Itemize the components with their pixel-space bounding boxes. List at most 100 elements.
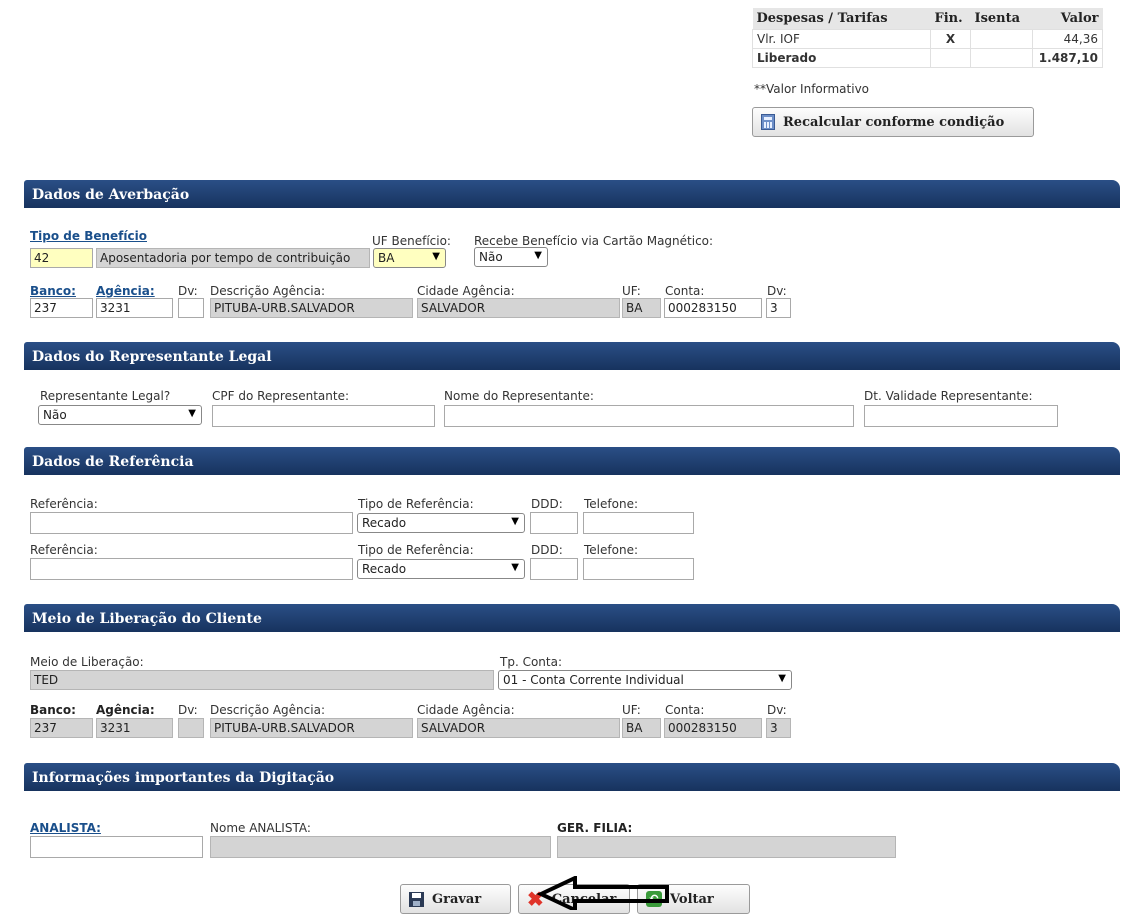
lib-desc-agencia-field: PITUBA-URB.SALVADOR [210,718,413,738]
section-digitacao-header: Informações importantes da Digitação [24,763,1120,791]
cidade-agencia-field: SALVADOR [417,298,620,318]
telefone-input[interactable] [583,512,694,534]
section-averbacao-header: Dados de Averbação [24,180,1120,208]
telefone-input[interactable] [583,558,694,580]
cartao-select[interactable]: Não ▼ [474,247,548,267]
fees-row-fin: X [930,29,971,49]
tp-conta-value: 01 - Conta Corrente Individual [503,673,684,687]
meio-liberacao-label: Meio de Liberação: [30,655,144,669]
lib-dv-field [178,718,204,738]
cartao-value: Não [479,250,503,264]
fees-row-isenta [970,48,1033,68]
conta-label: Conta: [665,284,705,298]
conta-dv-input[interactable]: 3 [766,298,791,318]
agencia-input[interactable]: 3231 [96,298,173,318]
validade-representante-label: Dt. Validade Representante: [864,389,1033,403]
lib-uf-field: BA [622,718,661,738]
banco-link[interactable]: Banco: [30,284,76,298]
section-liberacao-header: Meio de Liberação do Cliente [24,604,1120,632]
meio-liberacao-field: TED [30,670,494,690]
fees-note: **Valor Informativo [754,82,870,96]
telefone-label: Telefone: [584,497,638,511]
lib-conta-dv-label: Dv: [767,703,787,717]
referencia-label: Referência: [30,543,98,557]
fees-header-isenta: Isenta [970,8,1033,30]
banco-input[interactable]: 237 [30,298,93,318]
tipo-referencia-label: Tipo de Referência: [358,543,474,557]
fees-header-despesas: Despesas / Tarifas [752,8,931,30]
analista-link[interactable]: ANALISTA: [30,821,101,835]
fees-row-valor: 1.487,10 [1032,48,1103,68]
chevron-down-icon: ▼ [511,562,519,573]
nome-analista-label: Nome ANALISTA: [210,821,311,835]
representante-legal-label: Representante Legal? [40,389,171,403]
tp-conta-label: Tp. Conta: [500,655,563,669]
cartao-label: Recebe Benefício via Cartão Magnético: [474,234,714,248]
gravar-label: Gravar [432,891,482,907]
ddd-label: DDD: [531,543,563,557]
annotation-arrow-icon [536,876,669,910]
section-referencia-header: Dados de Referência [24,447,1120,475]
tipo-beneficio-desc-field: Aposentadoria por tempo de contribuição [96,248,370,268]
lib-dv-label: Dv: [178,703,198,717]
representante-legal-select[interactable]: Não ▼ [38,405,202,425]
dv-input[interactable] [178,298,204,318]
desc-agencia-field: PITUBA-URB.SALVADOR [210,298,413,318]
tipo-referencia-value: Recado [362,516,407,530]
fees-row: Vlr. IOF X 44,36 [752,29,1103,49]
lib-desc-agencia-label: Descrição Agência: [210,703,325,717]
referencia-input[interactable] [30,558,353,580]
ger-filia-label: GER. FILIA: [557,821,633,835]
ddd-input[interactable] [530,512,578,534]
nome-representante-label: Nome do Representante: [444,389,594,403]
fees-row-name: Vlr. IOF [752,29,931,49]
lib-conta-dv-field: 3 [766,718,791,738]
lib-conta-field: 000283150 [664,718,762,738]
tipo-referencia-label: Tipo de Referência: [358,497,474,511]
fees-row-fin [930,48,971,68]
tipo-referencia-select[interactable]: Recado ▼ [357,559,525,579]
conta-dv-label: Dv: [767,284,787,298]
uf-beneficio-value: BA [378,251,395,265]
lib-agencia-field: 3231 [96,718,173,738]
nome-representante-input[interactable] [444,405,854,427]
fees-header-row: Despesas / Tarifas Fin. Isenta Valor [752,8,1103,30]
cidade-agencia-label: Cidade Agência: [417,284,515,298]
tp-conta-select[interactable]: 01 - Conta Corrente Individual ▼ [498,670,792,690]
dv-label: Dv: [178,284,198,298]
chevron-down-icon: ▼ [432,251,440,262]
lib-cidade-agencia-label: Cidade Agência: [417,703,515,717]
tipo-beneficio-link[interactable]: Tipo de Benefício [30,229,147,243]
ddd-label: DDD: [531,497,563,511]
referencia-input[interactable] [30,512,353,534]
tipo-referencia-value: Recado [362,562,407,576]
telefone-label: Telefone: [584,543,638,557]
recalc-button[interactable]: Recalcular conforme condição [752,107,1034,137]
agencia-link[interactable]: Agência: [96,284,155,298]
fees-header-valor: Valor [1032,8,1103,30]
lib-agencia-label: Agência: [96,703,155,717]
ddd-input[interactable] [530,558,578,580]
fees-header-fin: Fin. [930,8,971,30]
tipo-beneficio-code-input[interactable]: 42 [30,248,93,268]
lib-uf-label: UF: [622,703,641,717]
fees-row: Liberado 1.487,10 [752,48,1103,68]
lib-cidade-agencia-field: SALVADOR [417,718,620,738]
chevron-down-icon: ▼ [511,516,519,527]
section-representante-header: Dados do Representante Legal [24,342,1120,370]
cpf-representante-input[interactable] [212,405,435,427]
validade-representante-input[interactable] [864,405,1058,427]
uf-beneficio-label: UF Benefício: [372,234,451,248]
analista-input[interactable] [30,836,203,858]
cpf-representante-label: CPF do Representante: [212,389,349,403]
fees-table: Despesas / Tarifas Fin. Isenta Valor Vlr… [752,8,1103,68]
tipo-referencia-select[interactable]: Recado ▼ [357,513,525,533]
uf-beneficio-select[interactable]: BA ▼ [373,248,446,268]
fees-row-name: Liberado [752,48,931,68]
desc-agencia-label: Descrição Agência: [210,284,325,298]
conta-input[interactable]: 000283150 [664,298,762,318]
fees-row-isenta [970,29,1033,49]
voltar-label: Voltar [670,891,714,907]
representante-legal-value: Não [43,408,67,422]
referencia-label: Referência: [30,497,98,511]
